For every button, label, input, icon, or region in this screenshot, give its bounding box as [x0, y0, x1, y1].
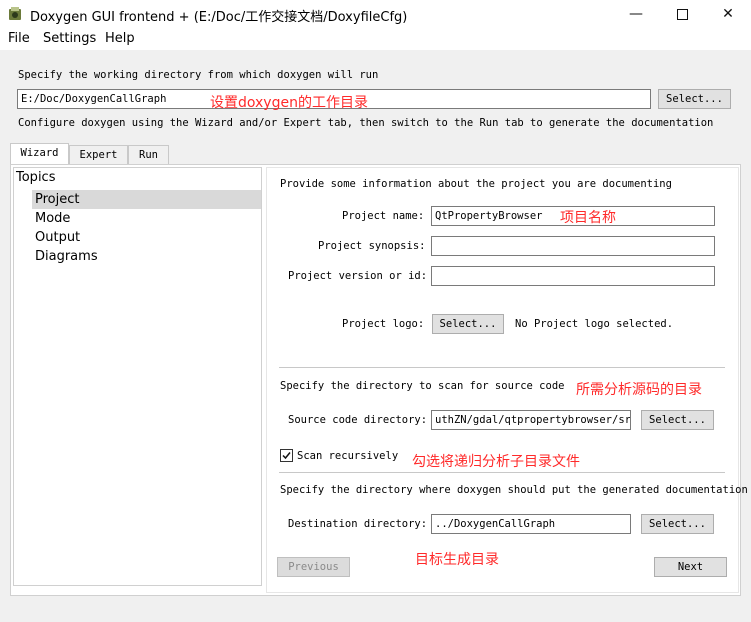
project-intro: Provide some information about the proje…: [280, 178, 672, 190]
window-title: Doxygen GUI frontend + (E:/Doc/工作交接文档/Do…: [30, 10, 408, 25]
project-synopsis-input[interactable]: [431, 236, 715, 256]
source-dir-label: Source code directory:: [288, 414, 428, 426]
scan-recursively-checkbox[interactable]: [280, 449, 293, 462]
topic-mode[interactable]: Mode: [35, 211, 70, 226]
destination-intro: Specify the directory where doxygen shou…: [280, 484, 748, 496]
source-select-button[interactable]: Select...: [641, 410, 714, 430]
menu-file[interactable]: File: [8, 31, 30, 46]
close-icon: ✕: [722, 6, 734, 22]
tab-run[interactable]: Run: [128, 145, 169, 164]
minimize-button[interactable]: —: [613, 0, 659, 28]
topics-header: Topics: [16, 170, 56, 185]
project-version-label: Project version or id:: [288, 270, 428, 282]
workdir-label: Specify the working directory from which…: [18, 69, 379, 81]
scan-annotation: 勾选将递归分析子目录文件: [412, 454, 580, 470]
destination-dir-label: Destination directory:: [288, 518, 428, 530]
minimize-icon: —: [629, 6, 643, 22]
project-version-input[interactable]: [431, 266, 715, 286]
project-name-label: Project name:: [342, 210, 425, 222]
project-logo-label: Project logo:: [342, 318, 425, 330]
project-logo-select-button[interactable]: Select...: [432, 314, 504, 334]
tab-expert[interactable]: Expert: [69, 145, 128, 164]
destination-annotation: 目标生成目录: [415, 552, 499, 568]
doxygen-app-icon: [9, 7, 21, 20]
maximize-button[interactable]: [659, 0, 705, 28]
project-name-annotation: 项目名称: [560, 210, 616, 226]
project-logo-status: No Project logo selected.: [515, 318, 674, 330]
destination-select-button[interactable]: Select...: [641, 514, 714, 534]
separator: [279, 367, 725, 368]
destination-dir-input[interactable]: ../DoxygenCallGraph: [431, 514, 631, 534]
project-synopsis-label: Project synopsis:: [318, 240, 426, 252]
previous-button[interactable]: Previous: [277, 557, 350, 577]
topic-diagrams[interactable]: Diagrams: [35, 249, 98, 264]
source-annotation: 所需分析源码的目录: [576, 382, 702, 398]
scan-recursively-label[interactable]: Scan recursively: [297, 450, 398, 462]
tab-wizard[interactable]: Wizard: [10, 143, 69, 165]
topic-output[interactable]: Output: [35, 230, 80, 245]
close-button[interactable]: ✕: [705, 0, 751, 28]
source-intro: Specify the directory to scan for source…: [280, 380, 565, 392]
source-dir-input[interactable]: uthZN/gdal/qtpropertybrowser/src: [431, 410, 631, 430]
workdir-annotation: 设置doxygen的工作目录: [210, 95, 368, 111]
workdir-select-button[interactable]: Select...: [658, 89, 731, 109]
menu-settings[interactable]: Settings: [43, 31, 96, 46]
next-button[interactable]: Next: [654, 557, 727, 577]
checkmark-icon: [282, 452, 291, 460]
configure-hint: Configure doxygen using the Wizard and/o…: [18, 117, 714, 129]
maximize-icon: [676, 8, 688, 20]
menu-help[interactable]: Help: [105, 31, 135, 46]
separator: [279, 472, 725, 473]
topic-project[interactable]: Project: [35, 192, 79, 207]
